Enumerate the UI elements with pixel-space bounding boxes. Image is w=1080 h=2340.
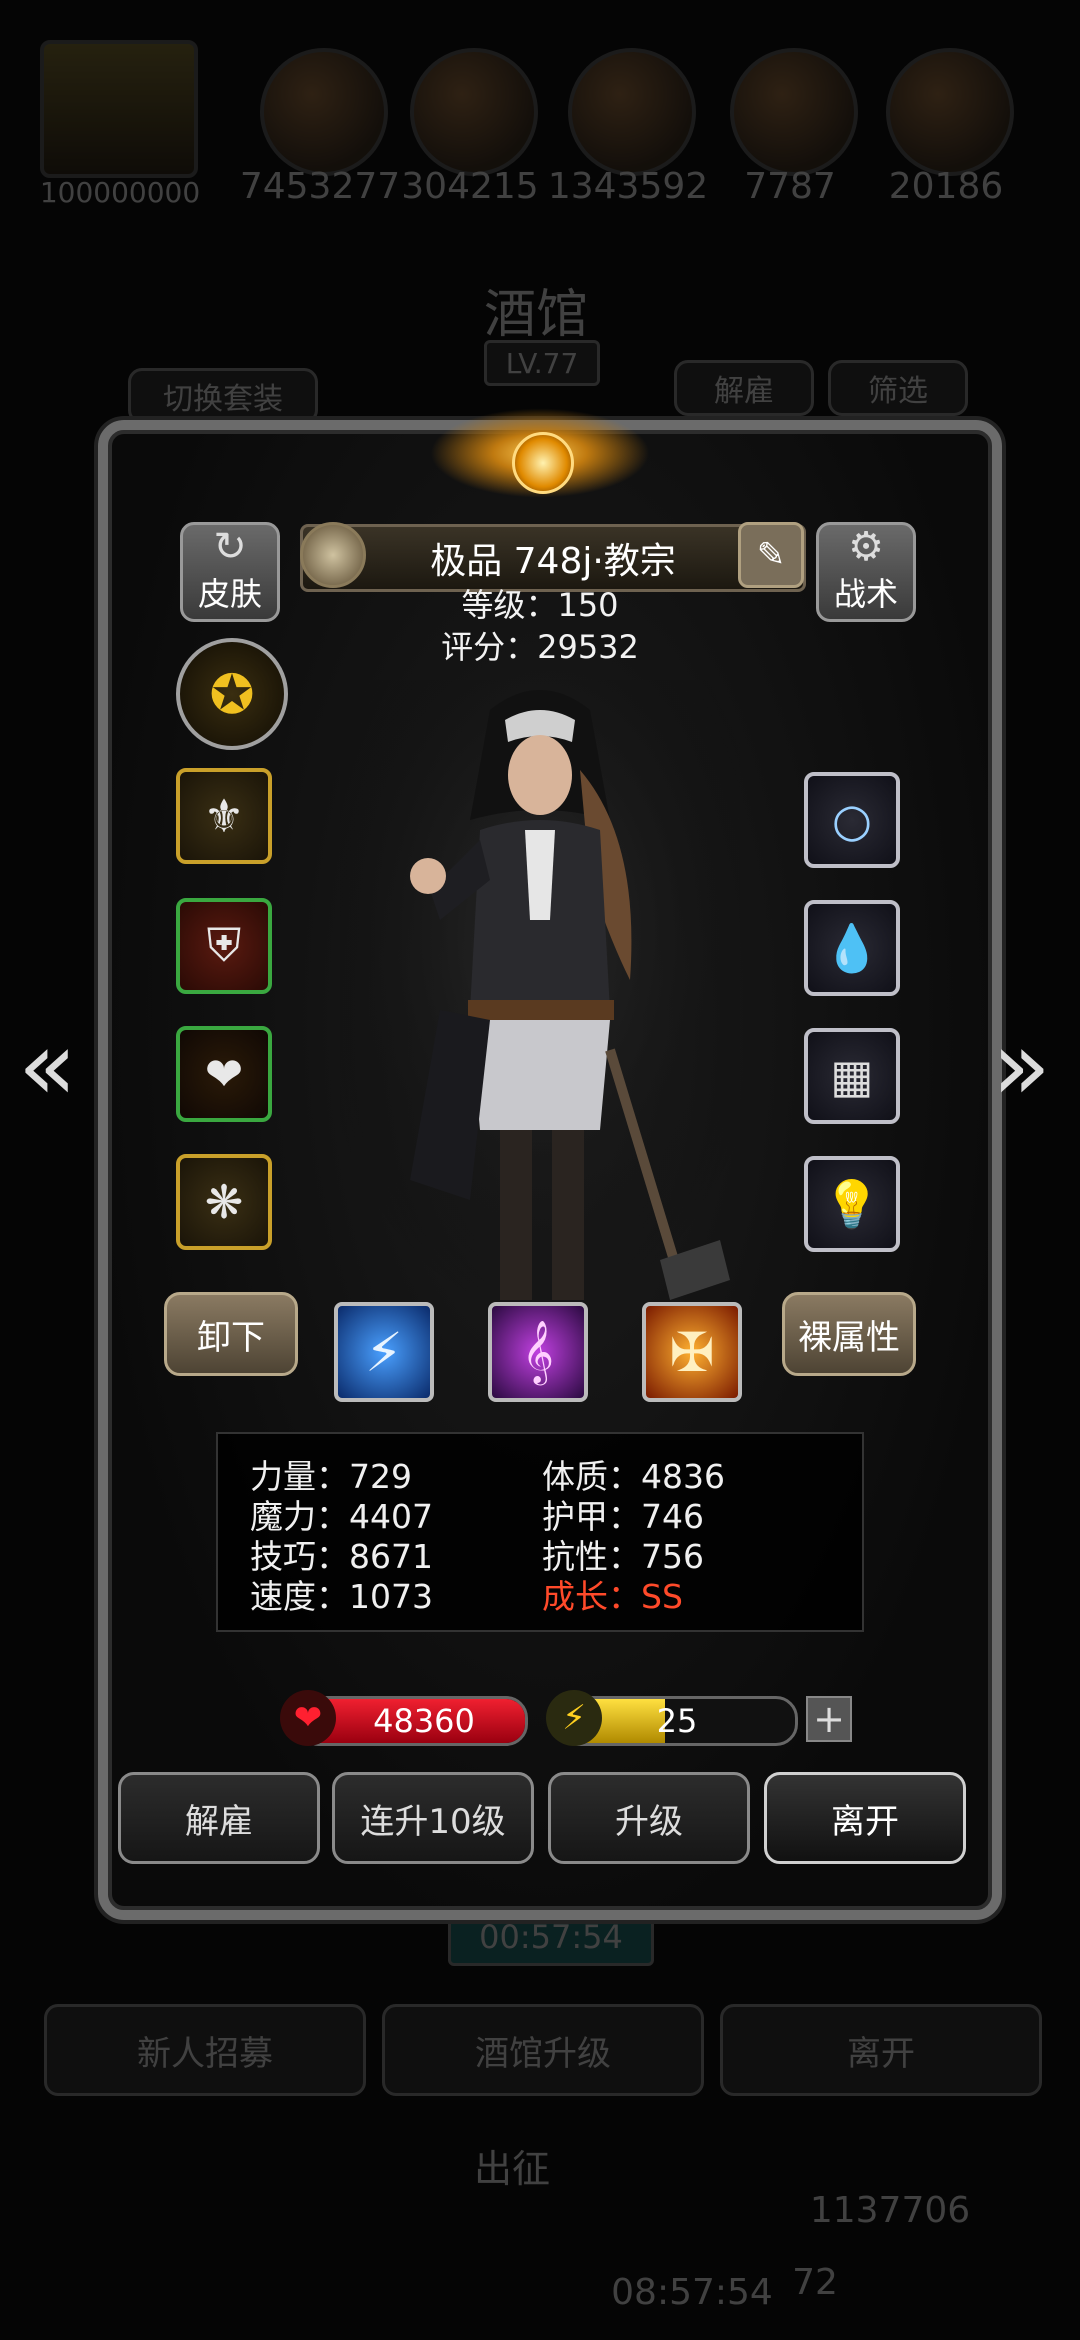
tavern-upgrade-button[interactable]: 酒馆升级 — [382, 2004, 704, 2096]
rename-button[interactable]: ✎ — [738, 522, 804, 588]
gear-icon: ⚙ — [848, 524, 884, 570]
resource-icon — [410, 48, 538, 176]
stats-panel: 力量：729 体质：4836 魔力：4407 护甲：746 技巧：8671 抗性… — [216, 1432, 864, 1632]
filter-button[interactable]: 筛选 — [828, 360, 968, 416]
resource-icon — [730, 48, 858, 176]
pencil-icon: ✎ — [756, 535, 786, 575]
bottom-value: 1137706 — [809, 2190, 971, 2231]
dismiss-button[interactable]: 解雇 — [118, 1772, 320, 1864]
medal-icon — [300, 522, 366, 588]
resource-value: 100000000 — [39, 176, 201, 209]
holy-shield-skill-icon[interactable]: ✠ — [642, 1302, 742, 1402]
bg-dismiss-button[interactable]: 解雇 — [674, 360, 814, 416]
heart-icon: ❤ — [280, 1690, 336, 1746]
mesh-icon[interactable]: ▦ — [804, 1028, 900, 1124]
level-up-button[interactable]: 升级 — [548, 1772, 750, 1864]
lightning-icon: ⚡ — [546, 1690, 602, 1746]
crest-emblem-icon — [512, 432, 574, 494]
medallion-icon[interactable]: ❋ — [176, 1154, 272, 1250]
tavern-level: LV.77 — [484, 340, 600, 386]
raw-attributes-button[interactable]: 裸属性 — [782, 1292, 916, 1376]
amulet-icon[interactable]: ❤ — [176, 1026, 272, 1122]
armor-icon[interactable]: ⛨ — [176, 898, 272, 994]
tavern-title: 酒馆 — [484, 285, 589, 345]
water-drop-icon[interactable]: 💧 — [804, 900, 900, 996]
crown-icon — [40, 40, 198, 178]
resource-value: 1343592 — [547, 166, 709, 207]
bottom-timer: 08:57:54 — [611, 2272, 773, 2313]
hero-name: 极品 748j·教宗 — [430, 541, 676, 582]
resource-value: 20186 — [888, 166, 1004, 207]
prev-hero-chevron-icon[interactable]: « — [18, 1010, 77, 1122]
resource-icon — [260, 48, 388, 176]
lantern-icon[interactable]: 💡 — [804, 1156, 900, 1252]
resource-value: 7453277 — [239, 166, 401, 207]
stat-growth: 成长：SS — [542, 1577, 683, 1616]
expedition-label: 出征 — [474, 2147, 551, 2191]
level-up-10-button[interactable]: 连升10级 — [332, 1772, 534, 1864]
note-skill-icon[interactable]: 𝄞 — [488, 1302, 588, 1402]
bg-leave-button[interactable]: 离开 — [720, 2004, 1042, 2096]
resource-value: 304215 — [401, 166, 539, 207]
resource-value: 7787 — [744, 166, 836, 207]
resource-icon — [568, 48, 696, 176]
halo-icon[interactable]: ○ — [804, 772, 900, 868]
stat-speed: 速度：1073 — [250, 1577, 433, 1616]
hero-level: 等级：150 — [461, 586, 619, 624]
refresh-icon: ↻ — [213, 524, 247, 570]
switch-outfit-button[interactable]: 切换套装 — [128, 368, 318, 424]
leave-button[interactable]: 离开 — [764, 1772, 966, 1864]
next-hero-chevron-icon[interactable]: » — [992, 1010, 1051, 1122]
emblem-icon: ✪ — [176, 638, 288, 750]
unequip-button[interactable]: 卸下 — [164, 1292, 298, 1376]
add-energy-button[interactable]: + — [806, 1696, 852, 1742]
hero-score: 评分：29532 — [441, 628, 639, 666]
resource-icon — [886, 48, 1014, 176]
hero-portrait — [340, 680, 740, 1320]
recruit-button[interactable]: 新人招募 — [44, 2004, 366, 2096]
staff-icon[interactable]: ⚜ — [176, 768, 272, 864]
lightning-skill-icon[interactable]: ⚡ — [334, 1302, 434, 1402]
